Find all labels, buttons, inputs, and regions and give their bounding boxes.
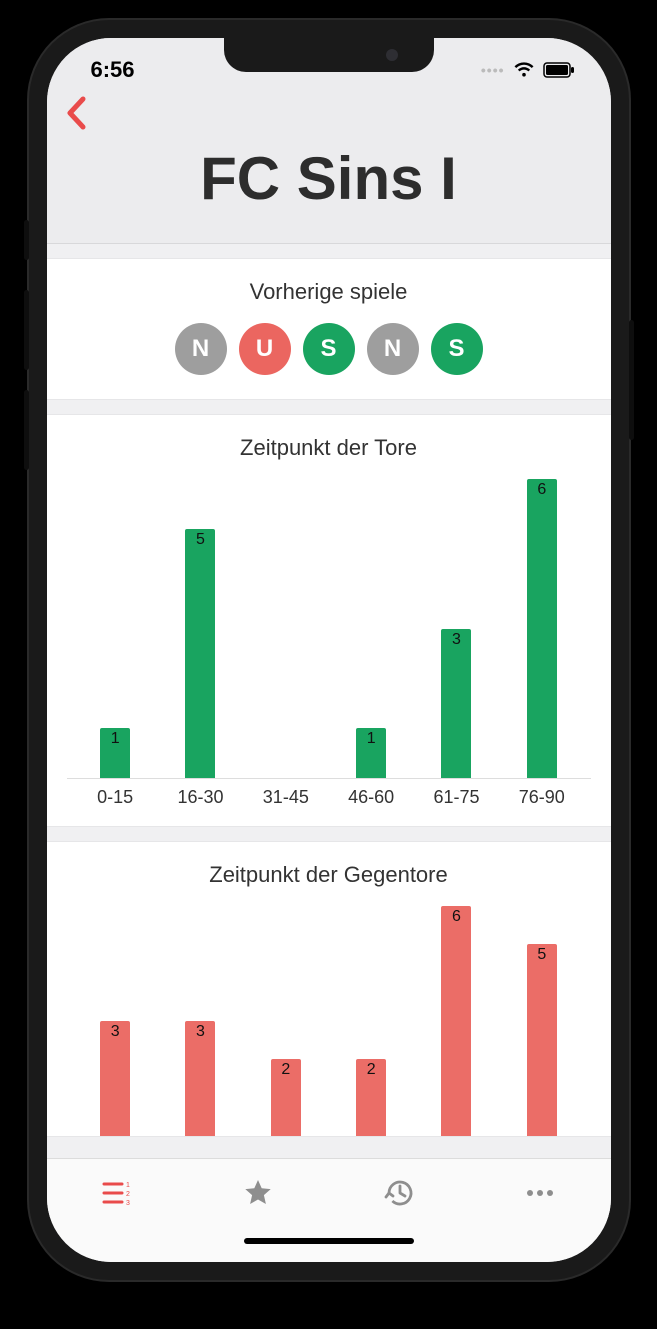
- bar-col: 6: [414, 906, 499, 1136]
- header: FC Sins I: [47, 92, 611, 244]
- volume-up-button: [24, 290, 29, 370]
- bar-col: 3: [73, 906, 158, 1136]
- power-button: [629, 320, 634, 440]
- bar-col: 5: [499, 906, 584, 1136]
- bar-value-label: 5: [196, 531, 205, 549]
- wifi-icon: [513, 62, 535, 78]
- screen: 6:56 •••• FC Sins I Vorherige spiele: [47, 38, 611, 1262]
- page-title: FC Sins I: [67, 144, 591, 213]
- conceded-chart-card: Zeitpunkt der Gegentore 3 3 2 2 6 5: [47, 841, 611, 1137]
- volume-down-button: [24, 390, 29, 470]
- svg-text:2: 2: [126, 1191, 130, 1198]
- bar-value-label: 2: [367, 1061, 376, 1079]
- status-time: 6:56: [91, 57, 135, 83]
- bar-value-label: 2: [281, 1061, 290, 1079]
- bar: 3: [100, 1021, 130, 1136]
- game-result-dot[interactable]: N: [175, 323, 227, 375]
- notch: [224, 38, 434, 72]
- previous-games-title: Vorherige spiele: [67, 279, 591, 305]
- list-icon: 1 2 3: [102, 1180, 132, 1206]
- bar: 6: [527, 479, 557, 778]
- bar-value-label: 6: [537, 481, 546, 499]
- camera-dot: [386, 49, 398, 61]
- history-icon: [383, 1178, 415, 1208]
- game-result-dot[interactable]: U: [239, 323, 291, 375]
- previous-games-row: N U S N S: [67, 323, 591, 385]
- bar: 1: [100, 728, 130, 778]
- bar-col: [243, 479, 328, 778]
- bar: 3: [185, 1021, 215, 1136]
- bar-col: 5: [158, 479, 243, 778]
- conceded-chart: 3 3 2 2 6 5: [67, 906, 591, 1136]
- tab-history[interactable]: [329, 1178, 470, 1208]
- bar-value-label: 3: [111, 1023, 120, 1041]
- bar: 2: [271, 1059, 301, 1136]
- tab-bar: 1 2 3: [47, 1158, 611, 1232]
- bar: 2: [356, 1059, 386, 1136]
- bar: 6: [441, 906, 471, 1136]
- bar-value-label: 3: [452, 631, 461, 649]
- signal-dots-icon: ••••: [481, 62, 505, 78]
- more-icon: [525, 1188, 555, 1198]
- bar-value-label: 1: [111, 730, 120, 748]
- bar: 1: [356, 728, 386, 778]
- mute-switch: [24, 220, 29, 260]
- tab-more[interactable]: [470, 1188, 611, 1198]
- previous-games-card: Vorherige spiele N U S N S: [47, 258, 611, 400]
- goals-chart-title: Zeitpunkt der Tore: [67, 435, 591, 461]
- bar-col: 1: [328, 479, 413, 778]
- svg-text:1: 1: [126, 1182, 130, 1189]
- bar-col: 2: [328, 906, 413, 1136]
- battery-icon: [543, 62, 575, 78]
- status-right: ••••: [481, 62, 575, 78]
- bar-col: 3: [414, 479, 499, 778]
- game-result-dot[interactable]: S: [303, 323, 355, 375]
- bar-value-label: 5: [537, 946, 546, 964]
- conceded-chart-title: Zeitpunkt der Gegentore: [67, 862, 591, 888]
- bar-col: 1: [73, 479, 158, 778]
- bar: 5: [185, 529, 215, 778]
- bar-value-label: 3: [196, 1023, 205, 1041]
- bar: 3: [441, 629, 471, 779]
- goals-chart: 1 5 1 3 6: [67, 479, 591, 779]
- game-result-dot[interactable]: S: [431, 323, 483, 375]
- x-tick-label: 76-90: [499, 787, 584, 808]
- x-tick-label: 31-45: [243, 787, 328, 808]
- x-tick-label: 16-30: [158, 787, 243, 808]
- star-icon: [243, 1179, 273, 1207]
- svg-text:3: 3: [126, 1200, 130, 1206]
- game-result-dot[interactable]: N: [367, 323, 419, 375]
- bar-col: 6: [499, 479, 584, 778]
- x-tick-label: 0-15: [73, 787, 158, 808]
- x-tick-label: 46-60: [328, 787, 413, 808]
- goals-chart-card: Zeitpunkt der Tore 1 5 1 3 6 0-1516-3031-454…: [47, 414, 611, 827]
- phone-frame: 6:56 •••• FC Sins I Vorherige spiele: [29, 20, 629, 1280]
- bar-value-label: 1: [367, 730, 376, 748]
- back-button[interactable]: [65, 96, 87, 139]
- goals-chart-xaxis: 0-1516-3031-4546-6061-7576-90: [67, 779, 591, 812]
- bar-value-label: 6: [452, 908, 461, 926]
- home-indicator: [47, 1232, 611, 1262]
- bar: 5: [527, 944, 557, 1136]
- tab-favorites[interactable]: [188, 1179, 329, 1207]
- content-scroll[interactable]: Vorherige spiele N U S N S Zeitpunkt der…: [47, 244, 611, 1158]
- bar-col: 2: [243, 906, 328, 1136]
- tab-list[interactable]: 1 2 3: [47, 1180, 188, 1206]
- bar-col: 3: [158, 906, 243, 1136]
- x-tick-label: 61-75: [414, 787, 499, 808]
